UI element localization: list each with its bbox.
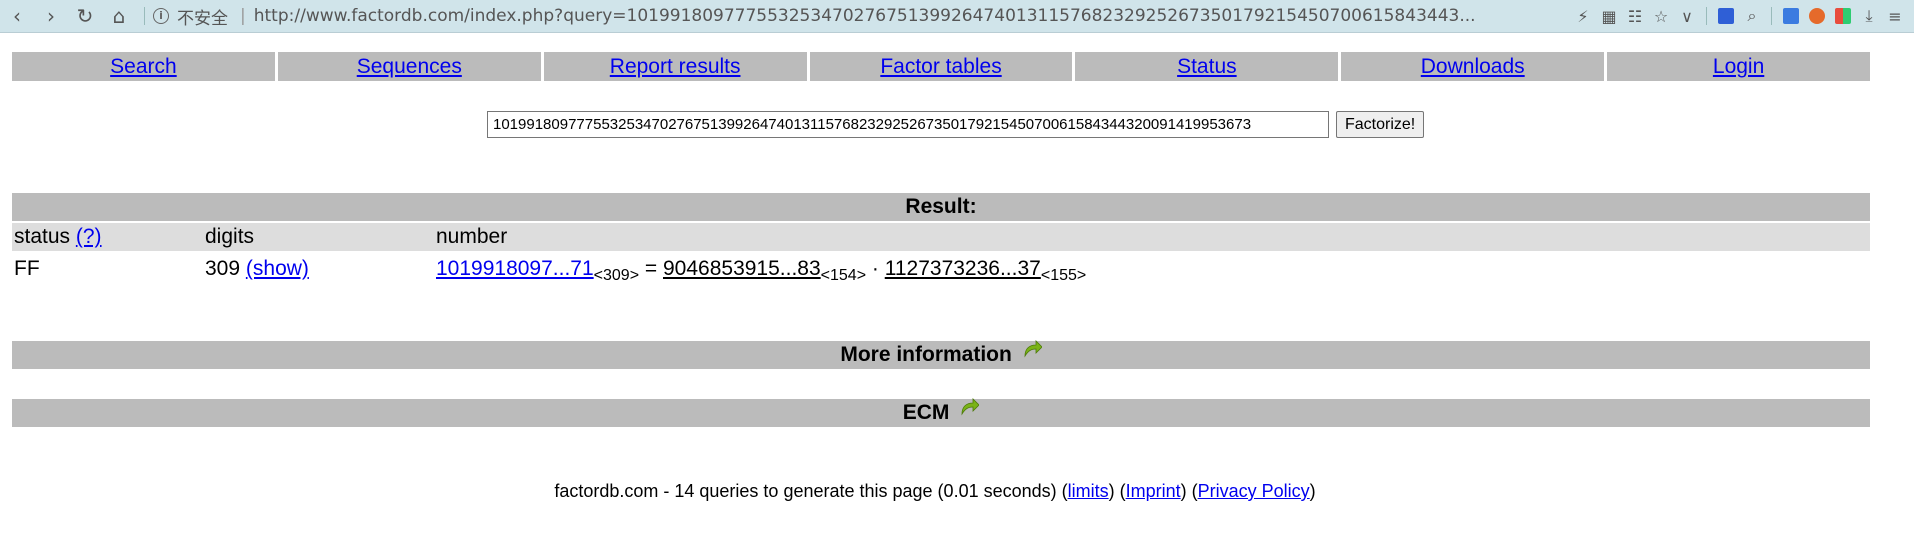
digits-cell: 309 (show) xyxy=(205,254,309,284)
menu-link-factor-tables[interactable]: Factor tables xyxy=(880,55,1001,78)
url-text[interactable]: http://www.factordb.com/index.php?query=… xyxy=(254,6,1476,26)
digits-column-header: digits xyxy=(205,225,255,248)
status-label: status xyxy=(14,225,71,248)
number-digit-count: <309> xyxy=(593,267,640,284)
status-help-link[interactable]: (?) xyxy=(76,225,102,248)
factor-1-digit-count: <154> xyxy=(820,267,867,284)
equals-sign: = xyxy=(644,257,658,280)
home-icon[interactable]: ⌂ xyxy=(102,0,136,33)
footer-separator: ) ( xyxy=(1108,481,1126,501)
status-column-header: status (?) xyxy=(14,223,102,251)
result-heading: Result: xyxy=(12,193,1870,221)
main-menu: Search Sequences Report results Factor t… xyxy=(12,52,1871,81)
apps-icon[interactable] xyxy=(1830,0,1856,33)
menu-link-sequences[interactable]: Sequences xyxy=(357,55,462,78)
result-row: FF 309 (show) 1019918097...71<309> = 904… xyxy=(12,254,1870,288)
refresh-arrow-icon[interactable] xyxy=(959,396,980,424)
factor-2-digit-count: <155> xyxy=(1040,267,1087,284)
show-link[interactable]: (show) xyxy=(246,257,309,280)
footer-text: factordb.com - 14 queries to generate th… xyxy=(554,481,1068,501)
result-header-row: status (?) digits number xyxy=(12,223,1870,251)
ecm-label: ECM xyxy=(902,401,950,424)
digits-value: 309 xyxy=(205,257,241,280)
divider xyxy=(1706,7,1707,25)
translate-icon[interactable]: ☷ xyxy=(1622,0,1648,33)
menu-link-downloads[interactable]: Downloads xyxy=(1421,55,1525,78)
menu-item-factor-tables: Factor tables xyxy=(809,52,1073,81)
footer-separator: ) ( xyxy=(1180,481,1198,501)
privacy-policy-link[interactable]: Privacy Policy xyxy=(1198,481,1310,501)
menu-link-status[interactable]: Status xyxy=(1177,55,1237,78)
query-input[interactable]: 1019918097775532534702767513992647401311… xyxy=(487,111,1329,138)
download-icon[interactable]: ⤓ xyxy=(1856,0,1882,33)
browser-toolbar: ‹ › ↻ ⌂ i 不安全 | http://www.factordb.com/… xyxy=(0,0,1914,33)
translate-extension-icon[interactable] xyxy=(1778,0,1804,33)
footer: factordb.com - 14 queries to generate th… xyxy=(0,481,1870,502)
reload-icon[interactable]: ↻ xyxy=(68,0,102,33)
menu-link-search[interactable]: Search xyxy=(110,55,177,78)
more-information-section[interactable]: More information xyxy=(12,338,1870,369)
menu-item-search: Search xyxy=(12,52,275,81)
menu-item-downloads: Downloads xyxy=(1341,52,1605,81)
security-label: 不安全 xyxy=(177,8,228,29)
factorize-button[interactable]: Factorize! xyxy=(1336,111,1425,138)
menu-item-status: Status xyxy=(1075,52,1339,81)
lightning-icon[interactable]: ⚡ xyxy=(1570,0,1596,33)
ecm-section[interactable]: ECM xyxy=(12,396,1870,427)
number-cell: 1019918097...71<309> = 9046853915...83<1… xyxy=(436,254,1086,286)
status-value: FF xyxy=(14,257,40,280)
divider xyxy=(1771,7,1772,25)
refresh-arrow-icon[interactable] xyxy=(1022,338,1043,366)
menu-link-login[interactable]: Login xyxy=(1713,55,1764,78)
imprint-link[interactable]: Imprint xyxy=(1126,481,1181,501)
number-link[interactable]: 1019918097...71 xyxy=(436,257,594,280)
menu-item-report-results: Report results xyxy=(543,52,807,81)
info-icon[interactable]: i xyxy=(153,8,169,24)
menu-item-login: Login xyxy=(1607,52,1871,81)
grid-icon[interactable]: ▦ xyxy=(1596,0,1622,33)
menu-item-sequences: Sequences xyxy=(277,52,541,81)
forward-icon[interactable]: › xyxy=(34,0,68,33)
menu-link-report-results[interactable]: Report results xyxy=(610,55,741,78)
factor-2-link[interactable]: 1127373236...37 xyxy=(885,257,1041,280)
address-bar[interactable]: i 不安全 | http://www.factordb.com/index.ph… xyxy=(153,0,1570,33)
toolbar-icons: ⚡ ▦ ☷ ☆ ∨ ⌕ ⤓ ≡ xyxy=(1570,0,1914,33)
divider xyxy=(144,7,145,25)
menu-icon[interactable]: ≡ xyxy=(1882,0,1908,33)
back-icon[interactable]: ‹ xyxy=(0,0,34,33)
palette-icon[interactable] xyxy=(1804,0,1830,33)
search-icon[interactable]: ⌕ xyxy=(1739,0,1765,33)
paw-icon[interactable] xyxy=(1713,0,1739,33)
number-column-header: number xyxy=(436,225,508,248)
multiply-sign: · xyxy=(871,257,879,280)
more-information-label: More information xyxy=(840,343,1012,366)
star-icon[interactable]: ☆ xyxy=(1648,0,1674,33)
search-form: 1019918097775532534702767513992647401311… xyxy=(487,111,1425,138)
chevron-down-icon[interactable]: ∨ xyxy=(1674,0,1700,33)
limits-link[interactable]: limits xyxy=(1068,481,1109,501)
footer-closing: ) xyxy=(1309,481,1316,501)
divider: | xyxy=(240,6,246,26)
factor-1-link[interactable]: 9046853915...83 xyxy=(663,257,821,280)
